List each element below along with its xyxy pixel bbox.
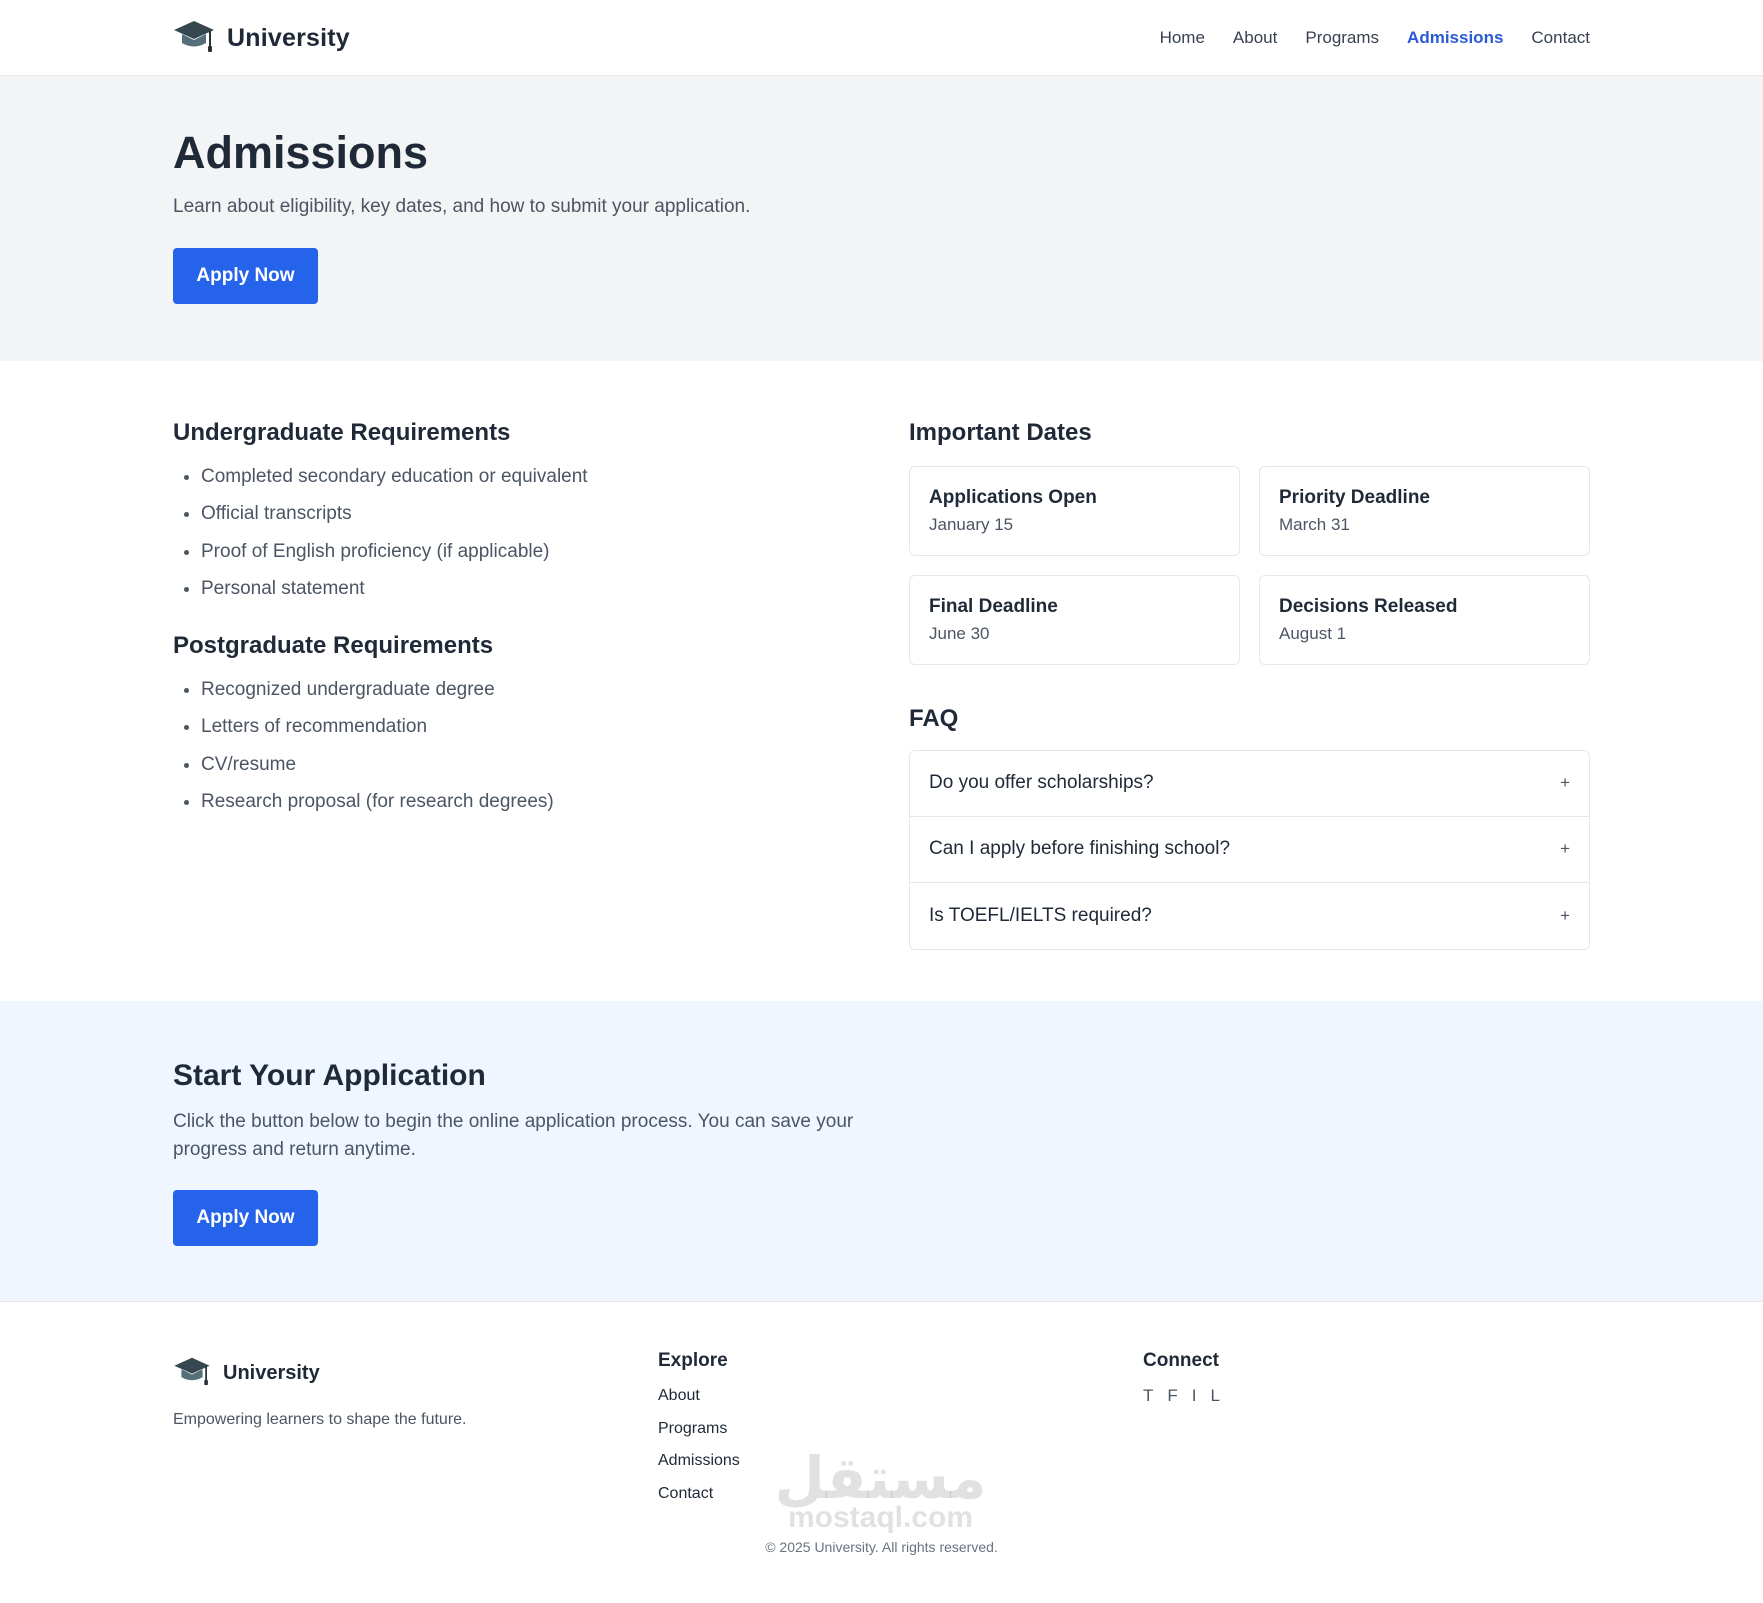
hero-section: Admissions Learn about eligibility, key … (0, 76, 1763, 361)
date-card-applications-open: Applications Open January 15 (909, 465, 1240, 556)
site-header: University Home About Programs Admission… (0, 0, 1763, 76)
date-card-decisions-released: Decisions Released August 1 (1259, 574, 1590, 665)
nav-programs[interactable]: Programs (1305, 28, 1379, 48)
cta-text: Click the button below to begin the onli… (173, 1111, 854, 1160)
page-title: Admissions (173, 127, 429, 178)
plus-icon[interactable]: + (1560, 773, 1570, 793)
list-item: Completed secondary education or equival… (173, 464, 909, 502)
footer-link-programs[interactable]: Programs (658, 1419, 1143, 1452)
postgrad-list: Recognized undergraduate degree Letters … (173, 677, 909, 827)
social-links: T F I L (1143, 1386, 1590, 1406)
date-value: March 31 (1279, 514, 1350, 534)
footer-explore-title: Explore (658, 1350, 728, 1371)
hero-subtitle: Learn about eligibility, key dates, and … (173, 195, 751, 217)
plus-icon[interactable]: + (1560, 906, 1570, 926)
undergrad-title: Undergraduate Requirements (173, 419, 511, 446)
apply-now-button[interactable]: Apply Now (173, 247, 318, 304)
faq-accordion: Do you offer scholarships? + Can I apply… (909, 749, 1590, 950)
apply-now-button[interactable]: Apply Now (173, 1190, 318, 1246)
faq-title: FAQ (909, 704, 959, 732)
footer-brand-name: University (223, 1362, 320, 1384)
list-item: Official transcripts (173, 501, 909, 539)
faq-item-toefl[interactable]: Is TOEFL/IELTS required? + (910, 883, 1589, 949)
date-card-priority-deadline: Priority Deadline March 31 (1259, 465, 1590, 556)
list-item: Research proposal (for research degrees) (173, 789, 909, 827)
faq-question: Can I apply before finishing school? (929, 838, 1231, 860)
footer-explore-column: Explore About Programs Admissions Contac… (658, 1350, 1143, 1516)
list-item: Letters of recommendation (173, 714, 909, 752)
main-nav: Home About Programs Admissions Contact (1160, 28, 1590, 48)
date-value: August 1 (1279, 623, 1347, 643)
list-item: CV/resume (173, 752, 909, 790)
footer-link-contact[interactable]: Contact (658, 1484, 1143, 1517)
date-label: Decisions Released (1279, 595, 1458, 617)
faq-item-apply-early[interactable]: Can I apply before finishing school? + (910, 817, 1589, 883)
footer-brand[interactable]: University (173, 1356, 658, 1391)
list-item: Proof of English proficiency (if applica… (173, 539, 909, 577)
nav-contact[interactable]: Contact (1531, 28, 1590, 48)
copyright: © 2025 University. All rights reserved. (765, 1539, 998, 1555)
date-value: January 15 (929, 514, 1014, 534)
brand[interactable]: University (173, 19, 350, 58)
list-item: Recognized undergraduate degree (173, 677, 909, 715)
date-card-final-deadline: Final Deadline June 30 (909, 574, 1240, 665)
date-label: Final Deadline (929, 595, 1058, 617)
nav-about[interactable]: About (1233, 28, 1277, 48)
list-item: Personal statement (173, 576, 909, 614)
footer-link-admissions[interactable]: Admissions (658, 1451, 1143, 1484)
faq-question: Do you offer scholarships? (929, 772, 1154, 794)
instagram-icon[interactable]: I (1192, 1386, 1197, 1406)
date-label: Priority Deadline (1279, 486, 1430, 508)
footer-explore-links: About Programs Admissions Contact (658, 1386, 1143, 1516)
facebook-icon[interactable]: F (1167, 1386, 1177, 1406)
twitter-icon[interactable]: T (1143, 1386, 1153, 1406)
site-footer: University Empowering learners to shape … (0, 1302, 1763, 1602)
date-value: June 30 (929, 623, 990, 643)
graduation-cap-icon (173, 1356, 211, 1391)
nav-admissions[interactable]: Admissions (1407, 28, 1503, 48)
footer-connect-column: Connect T F I L (1143, 1350, 1590, 1516)
faq-item-scholarships[interactable]: Do you offer scholarships? + (910, 751, 1589, 817)
brand-name: University (227, 23, 350, 52)
dates-grid: Applications Open January 15 Priority De… (909, 465, 1590, 665)
footer-brand-column: University Empowering learners to shape … (173, 1350, 658, 1516)
main-content: Undergraduate Requirements Completed sec… (0, 361, 1763, 1001)
date-label: Applications Open (929, 486, 1097, 508)
dates-faq-column: Important Dates Applications Open Januar… (909, 419, 1590, 950)
requirements-column: Undergraduate Requirements Completed sec… (173, 419, 909, 950)
footer-connect-title: Connect (1143, 1350, 1219, 1371)
graduation-cap-icon (173, 19, 215, 58)
undergrad-list: Completed secondary education or equival… (173, 464, 909, 614)
footer-tagline: Empowering learners to shape the future. (173, 1411, 467, 1428)
cta-title: Start Your Application (173, 1059, 486, 1092)
linkedin-icon[interactable]: L (1211, 1386, 1220, 1406)
plus-icon[interactable]: + (1560, 839, 1570, 859)
postgrad-title: Postgraduate Requirements (173, 631, 494, 659)
faq-question: Is TOEFL/IELTS required? (929, 904, 1152, 926)
nav-home[interactable]: Home (1160, 28, 1205, 48)
application-cta: Start Your Application Click the button … (0, 1001, 1763, 1302)
dates-title: Important Dates (909, 419, 1092, 446)
footer-link-about[interactable]: About (658, 1386, 1143, 1419)
